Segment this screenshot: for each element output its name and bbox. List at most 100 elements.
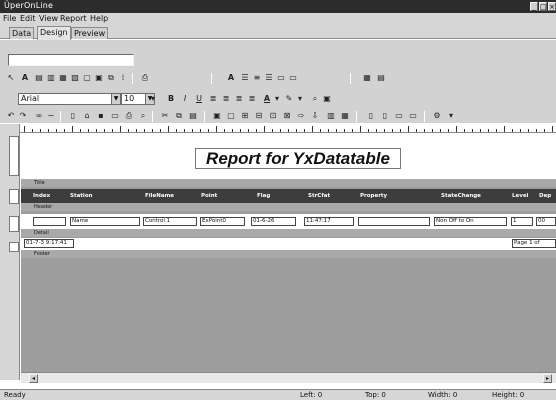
copy-icon[interactable]: ⧉ — [174, 111, 184, 121]
column-header[interactable]: Point — [201, 189, 217, 203]
detail-field[interactable] — [358, 217, 430, 226]
underline-icon[interactable]: U — [194, 94, 204, 104]
justify-center-icon[interactable]: ≣ — [221, 94, 231, 104]
group-icon[interactable]: ⊡ — [268, 111, 278, 121]
field-icon[interactable]: ▥ — [46, 73, 56, 83]
minimize-icon[interactable]: _ — [530, 2, 538, 11]
detail-field[interactable] — [33, 217, 66, 226]
scroll-right-icon[interactable]: ▸ — [543, 374, 552, 383]
table-icon[interactable]: ▦ — [340, 111, 350, 121]
chevron-down-icon[interactable]: ▼ — [111, 94, 120, 104]
chevron-down-icon[interactable]: ▾ — [446, 111, 456, 121]
lock-icon[interactable]: ⊠ — [282, 111, 292, 121]
barcode-icon[interactable]: ⁞ — [118, 73, 128, 83]
column-header[interactable]: Flag — [257, 189, 270, 203]
column-header[interactable]: Dep — [539, 189, 551, 203]
detail-field[interactable]: Control 1 — [143, 217, 197, 226]
send-back-icon[interactable]: ▢ — [226, 111, 236, 121]
link-icon[interactable]: ∞ — [34, 111, 44, 121]
zoom-icon[interactable]: ⌕ — [138, 111, 148, 121]
new-icon[interactable]: ▯ — [68, 111, 78, 121]
menu-view[interactable]: View — [39, 14, 58, 23]
bring-front-icon[interactable]: ▣ — [212, 111, 222, 121]
footer-date-field[interactable]: 01-7-3 9:17:41 — [24, 239, 74, 248]
detail-band-marker[interactable] — [9, 216, 19, 232]
maximize-icon[interactable]: □ — [539, 2, 547, 11]
footer-page-field[interactable]: Page 1 of — [512, 239, 556, 248]
justify-right-icon[interactable]: ≣ — [234, 94, 244, 104]
menu-edit[interactable]: Edit — [20, 14, 36, 23]
chart-icon[interactable]: ⧉ — [106, 73, 116, 83]
chart-icon[interactable]: ▥ — [326, 111, 336, 121]
column-header[interactable]: StateChange — [441, 189, 481, 203]
arrow-right-icon[interactable]: ⇨ — [296, 111, 306, 121]
scroll-left-icon[interactable]: ◂ — [29, 374, 38, 383]
save-icon[interactable]: ▪ — [96, 111, 106, 121]
memo-icon[interactable]: ▧ — [70, 73, 80, 83]
column-header[interactable]: StrCfat — [308, 189, 330, 203]
menu-report[interactable]: Report — [60, 14, 87, 23]
tab-preview[interactable]: Preview — [71, 27, 109, 39]
title-band[interactable]: Report for YxDatatable — [21, 134, 556, 179]
detail-field[interactable]: Name — [70, 217, 140, 226]
detail-field[interactable]: Non Off to On — [434, 217, 507, 226]
preview-icon[interactable]: ▭ — [110, 111, 120, 121]
justify-left-icon[interactable]: ≣ — [208, 94, 218, 104]
title-band-marker[interactable] — [9, 136, 19, 176]
pen-icon[interactable]: ✎ — [284, 94, 294, 104]
justify-full-icon[interactable]: ≣ — [247, 94, 257, 104]
footer-band[interactable]: 01-7-3 9:17:41 Page 1 of — [21, 238, 556, 250]
report-title[interactable]: Report for YxDatatable — [195, 148, 401, 169]
detail-field[interactable]: 1 — [511, 217, 533, 226]
detail-field[interactable]: 11:47:17 — [304, 217, 354, 226]
band-icon[interactable]: ▭ — [394, 111, 404, 121]
snap-icon[interactable]: ▤ — [376, 73, 386, 83]
pointer-icon[interactable]: ↖ — [6, 73, 16, 83]
frame-icon[interactable]: ▣ — [322, 94, 332, 104]
align-right-icon[interactable]: ☰ — [264, 73, 274, 83]
detail-field[interactable]: ExPoint0 — [200, 217, 245, 226]
expression-field[interactable] — [8, 54, 134, 66]
settings-icon[interactable]: ⚙ — [432, 111, 442, 121]
tab-design[interactable]: Design — [37, 26, 71, 40]
header-band[interactable]: Index Station FileName Point Flag StrCfa… — [21, 189, 556, 203]
align-center-icon[interactable]: ≡ — [252, 73, 262, 83]
italic-icon[interactable]: I — [180, 94, 190, 104]
print-icon[interactable]: ⎙ — [140, 73, 150, 83]
band-icon[interactable]: ▭ — [408, 111, 418, 121]
text-tool-icon[interactable]: A — [20, 73, 30, 83]
highlight-icon[interactable]: ⌕ — [310, 94, 320, 104]
close-icon[interactable]: × — [548, 2, 556, 11]
column-header[interactable]: Index — [33, 189, 50, 203]
column-header[interactable]: FileName — [145, 189, 174, 203]
horizontal-scrollbar[interactable]: ◂ ▸ — [21, 372, 556, 383]
font-color-icon[interactable]: A — [262, 94, 272, 104]
align-left-icon[interactable]: ☰ — [240, 73, 250, 83]
arrow-down-icon[interactable]: ⇩ — [310, 111, 320, 121]
column-header[interactable]: Station — [70, 189, 93, 203]
detail-field[interactable]: 00 — [536, 217, 556, 226]
font-name-select[interactable]: Arial ▼ — [18, 93, 121, 105]
detail-band[interactable]: Name Control 1 ExPoint0 01-6-26 11:47:17… — [21, 214, 556, 229]
image-icon[interactable]: ▣ — [94, 73, 104, 83]
redo-icon[interactable]: ↷ — [18, 111, 28, 121]
footer-band-marker[interactable] — [9, 242, 19, 252]
align-top-icon[interactable]: ▭ — [276, 73, 286, 83]
shape-icon[interactable]: ▢ — [82, 73, 92, 83]
align-icon[interactable]: ⊞ — [240, 111, 250, 121]
distribute-icon[interactable]: ⊟ — [254, 111, 264, 121]
print-icon[interactable]: ⎙ — [124, 111, 134, 121]
undo-icon[interactable]: ↶ — [6, 111, 16, 121]
table-icon[interactable]: ▦ — [58, 73, 68, 83]
detail-field[interactable]: 01-6-26 — [251, 217, 296, 226]
menu-help[interactable]: Help — [90, 14, 108, 23]
align-bottom-icon[interactable]: ▭ — [288, 73, 298, 83]
font-dropdown-icon[interactable]: ▾ — [148, 94, 158, 104]
header-band-marker[interactable] — [9, 189, 19, 204]
paste-icon[interactable]: ▤ — [188, 111, 198, 121]
open-icon[interactable]: ⌂ — [82, 111, 92, 121]
grid-icon[interactable]: ▦ — [362, 73, 372, 83]
field-icon[interactable]: ▯ — [366, 111, 376, 121]
menu-file[interactable]: File — [3, 14, 16, 23]
tab-data[interactable]: Data — [9, 27, 35, 39]
